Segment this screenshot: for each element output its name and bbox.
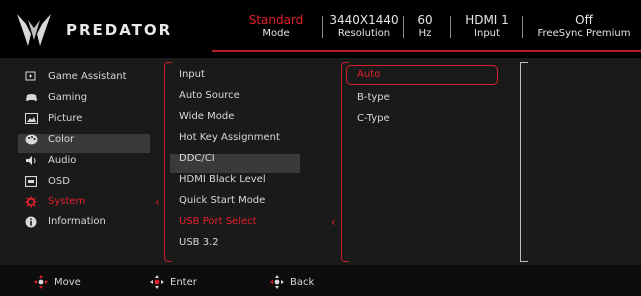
footer-back-label: Back	[290, 276, 315, 288]
menu-item-information[interactable]: Information	[24, 212, 106, 231]
status-refresh-label: Hz	[418, 28, 432, 39]
menu-item-label: Audio	[48, 155, 77, 166]
menu-item-osd[interactable]: OSD	[24, 172, 70, 191]
gamepad-icon	[24, 92, 38, 104]
status-mode-label: Mode	[262, 28, 290, 39]
submenu-item-hdmi-black-level[interactable]: HDMI Black Level	[179, 170, 266, 189]
gear-icon	[24, 196, 38, 208]
osd-footer: Move Enter Back	[0, 265, 641, 296]
menu-item-picture[interactable]: Picture	[24, 109, 82, 128]
menu-item-label: Color	[48, 134, 75, 145]
menu-item-label: Gaming	[48, 92, 88, 103]
footer-back: Back	[270, 275, 314, 289]
picture-icon	[24, 113, 38, 125]
menu-item-color[interactable]: Color	[24, 130, 74, 149]
status-input-label: Input	[474, 28, 500, 39]
status-divider	[322, 16, 323, 38]
footer-enter-label: Enter	[170, 276, 197, 288]
predator-logo: PREDATOR	[14, 8, 204, 52]
status-refresh: 60 Hz	[410, 14, 440, 40]
chevron-left-icon: ‹	[155, 195, 160, 209]
submenu-item-quick-start-mode[interactable]: Quick Start Mode	[179, 191, 265, 210]
menu-item-label: System	[48, 196, 86, 207]
brand-name: PREDATOR	[66, 21, 173, 39]
submenu-item-hot-key-assignment[interactable]: Hot Key Assignment	[179, 128, 280, 147]
menu-item-system[interactable]: System	[24, 192, 85, 211]
menu-item-gaming[interactable]: Gaming	[24, 88, 87, 107]
game-assistant-icon	[24, 71, 38, 83]
predator-logo-icon	[17, 14, 51, 46]
status-divider	[522, 16, 523, 38]
status-freesync: Off FreeSync Premium	[528, 14, 640, 40]
options-bracket	[341, 62, 349, 262]
option-b-type[interactable]: B-type	[357, 88, 390, 107]
joystick-enter-icon	[150, 275, 164, 289]
status-resolution-value: 3440X1440	[329, 13, 399, 27]
palette-icon	[24, 134, 38, 146]
joystick-move-icon	[34, 275, 48, 289]
menu-item-label: Information	[48, 216, 106, 227]
submenu-item-input[interactable]: Input	[179, 65, 205, 84]
option-auto[interactable]: Auto	[357, 65, 380, 84]
status-freesync-label: FreeSync Premium	[537, 28, 631, 39]
status-mode: Standard Mode	[238, 14, 314, 40]
menu-item-label: Picture	[48, 113, 83, 124]
status-resolution: 3440X1440 Resolution	[328, 14, 400, 40]
status-divider	[403, 16, 404, 38]
footer-enter: Enter	[150, 275, 197, 289]
submenu-item-wide-mode[interactable]: Wide Mode	[179, 107, 234, 126]
status-freesync-value: Off	[575, 13, 593, 27]
info-icon	[24, 216, 38, 228]
status-mode-value: Standard	[248, 13, 304, 27]
menu-item-game-assistant[interactable]: Game Assistant	[24, 67, 127, 86]
submenu-item-usb-3-2[interactable]: USB 3.2	[179, 233, 219, 252]
status-input: HDMI 1 Input	[456, 14, 518, 40]
status-input-value: HDMI 1	[465, 13, 509, 27]
detail-bracket	[520, 62, 528, 262]
footer-move: Move	[34, 275, 81, 289]
header-accent-line	[212, 50, 641, 52]
menu-item-label: Game Assistant	[48, 71, 127, 82]
submenu-item-usb-port-select[interactable]: USB Port Select	[179, 212, 257, 231]
submenu-item-auto-source[interactable]: Auto Source	[179, 86, 240, 105]
status-resolution-label: Resolution	[337, 28, 391, 39]
submenu-item-ddc-ci[interactable]: DDC/CI	[179, 149, 215, 168]
status-divider	[450, 16, 451, 38]
chevron-left-icon: ‹	[331, 215, 336, 229]
menu-item-audio[interactable]: Audio	[24, 151, 76, 170]
osd-body	[0, 58, 641, 265]
joystick-back-icon	[270, 275, 284, 289]
status-refresh-value: 60	[417, 13, 433, 27]
menu-item-label: OSD	[48, 176, 70, 187]
osd-icon	[24, 176, 38, 188]
speaker-icon	[24, 155, 38, 167]
osd-header: PREDATOR Standard Mode 3440X1440 Resolut…	[0, 0, 641, 58]
footer-move-label: Move	[54, 276, 81, 288]
option-c-type[interactable]: C-Type	[357, 109, 390, 128]
